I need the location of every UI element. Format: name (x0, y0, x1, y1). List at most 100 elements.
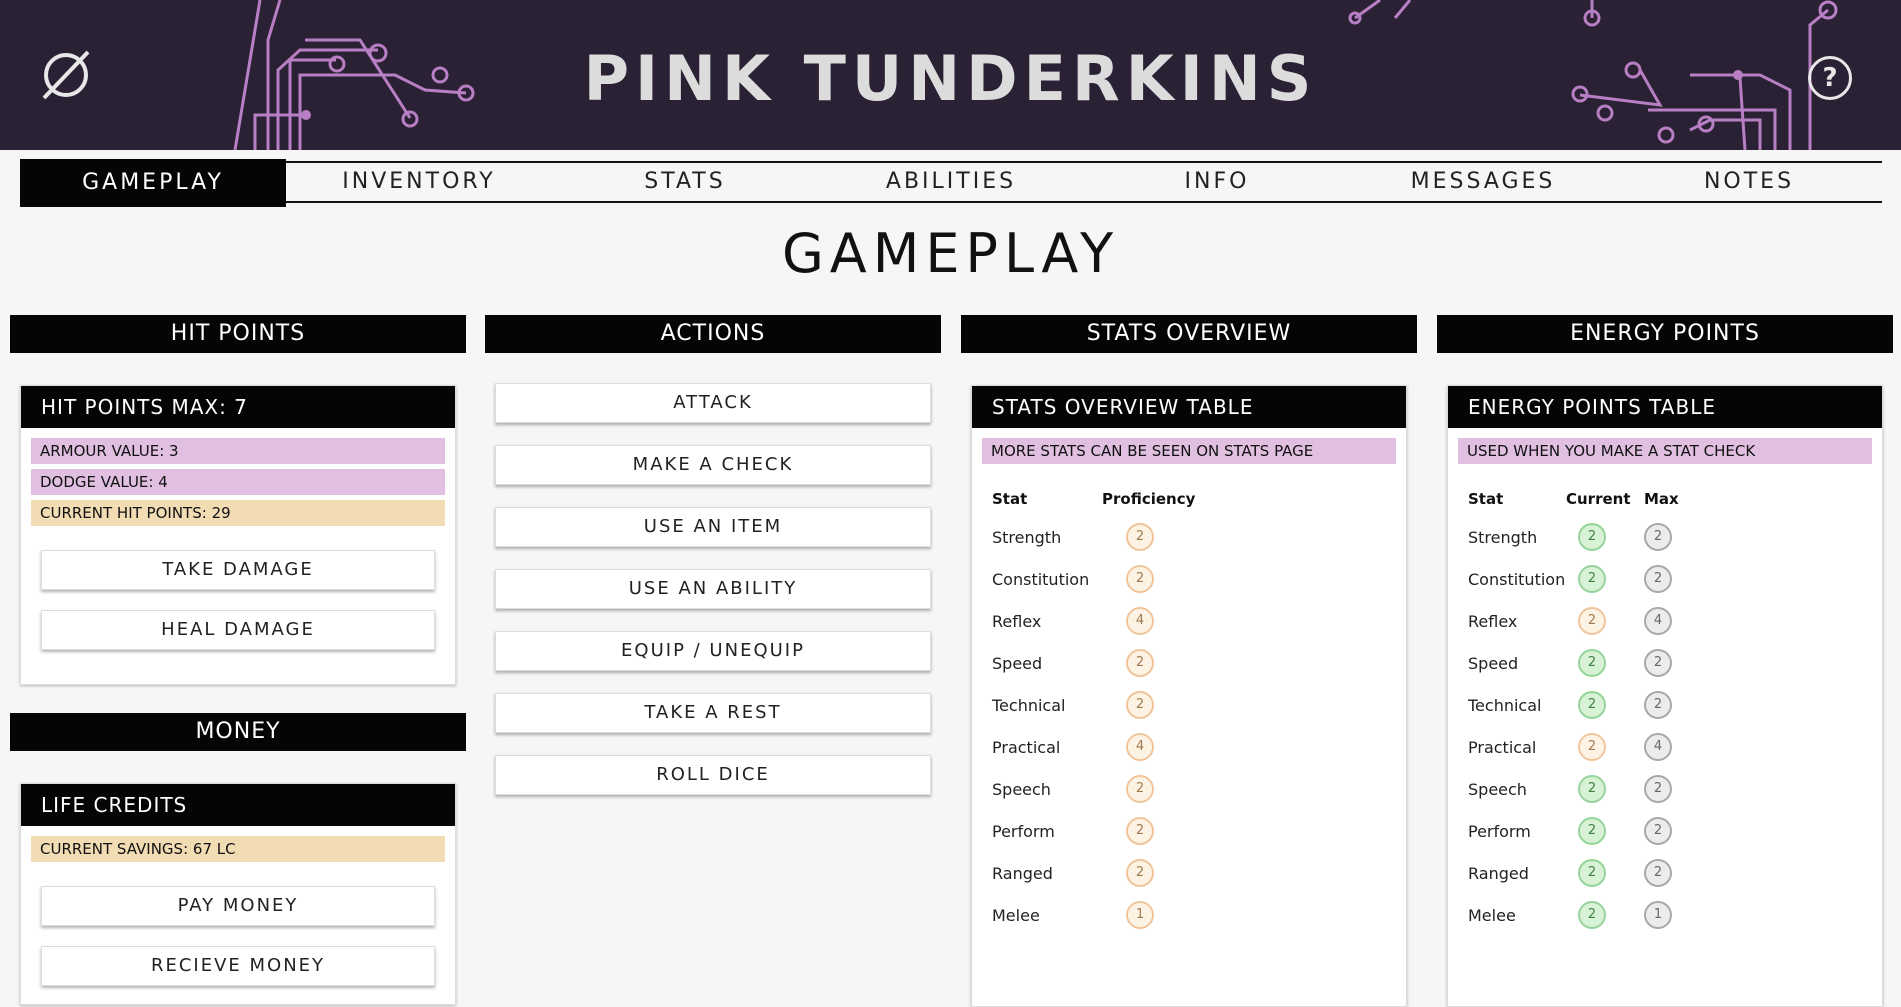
hit-points-card: HIT POINTS MAX: 7 ARMOUR VALUE: 3 DODGE … (20, 385, 456, 685)
proficiency-badge: 1 (1126, 901, 1154, 929)
proficiency-badge: 2 (1126, 817, 1154, 845)
table-row: Reflex 2 4 (1468, 600, 1679, 642)
current-savings: CURRENT SAVINGS: 67 LC (31, 836, 445, 862)
use-ability-button[interactable]: USE AN ABILITY (495, 569, 931, 609)
tab-notes[interactable]: NOTES (1616, 163, 1882, 201)
current-energy-badge: 2 (1578, 733, 1606, 761)
app-title: PINK TUNDERKINS (583, 42, 1318, 115)
proficiency-badge: 4 (1126, 733, 1154, 761)
max-energy-badge: 2 (1644, 523, 1672, 551)
app-header: PINK TUNDERKINS ? (0, 0, 1901, 150)
table-row: Melee 1 (992, 894, 1195, 936)
max-energy-badge: 2 (1644, 691, 1672, 719)
take-rest-button[interactable]: TAKE A REST (495, 693, 931, 733)
stat-name: Strength (1468, 527, 1538, 547)
armour-value: ARMOUR VALUE: 3 (31, 438, 445, 464)
money-header: MONEY (10, 713, 466, 751)
take-damage-button[interactable]: TAKE DAMAGE (41, 550, 435, 590)
table-row: Speech 2 (992, 768, 1195, 810)
stat-name: Speed (1468, 653, 1519, 673)
table-row: Reflex 4 (992, 600, 1195, 642)
actions-column: ACTIONS ATTACK MAKE A CHECK USE AN ITEM … (485, 315, 941, 795)
table-row: Strength 2 (992, 516, 1195, 558)
current-energy-badge: 2 (1578, 901, 1606, 929)
stats-overview-header: STATS OVERVIEW (961, 315, 1417, 353)
hit-points-column: HIT POINTS HIT POINTS MAX: 7 ARMOUR VALU… (10, 315, 466, 1005)
energy-points-header: ENERGY POINTS (1437, 315, 1893, 353)
equip-unequip-button[interactable]: EQUIP / UNEQUIP (495, 631, 931, 671)
stat-name: Ranged (992, 863, 1053, 883)
make-check-button[interactable]: MAKE A CHECK (495, 445, 931, 485)
stat-name: Melee (992, 905, 1040, 925)
max-col-header: Max (1644, 490, 1679, 508)
proficiency-badge: 2 (1126, 859, 1154, 887)
proficiency-badge: 2 (1126, 523, 1154, 551)
stats-overview-table: Stat Proficiency Strength 2 Constitution 2 R… (992, 488, 1195, 936)
page-title: GAMEPLAY (781, 222, 1120, 285)
tab-info[interactable]: INFO (1084, 163, 1350, 201)
tab-abilities[interactable]: ABILITIES (818, 163, 1084, 201)
help-icon[interactable]: ? (1808, 56, 1852, 100)
max-energy-badge: 2 (1644, 817, 1672, 845)
current-energy-badge: 2 (1578, 607, 1606, 635)
table-row: Perform 2 2 (1468, 810, 1679, 852)
hit-points-header: HIT POINTS (10, 315, 466, 353)
attack-button[interactable]: ATTACK (495, 383, 931, 423)
table-row: Practical 4 (992, 726, 1195, 768)
stats-overview-card: STATS OVERVIEW TABLE MORE STATS CAN BE S… (971, 385, 1407, 1007)
roll-dice-button[interactable]: ROLL DICE (495, 755, 931, 795)
stat-name: Practical (992, 737, 1061, 757)
stat-name: Perform (1468, 821, 1531, 841)
max-energy-badge: 2 (1644, 565, 1672, 593)
stat-name: Melee (1468, 905, 1516, 925)
stat-name: Technical (1468, 695, 1542, 715)
energy-points-table: Stat Current Max Strength 2 2 Constitution 2… (1468, 488, 1679, 936)
tab-inventory[interactable]: INVENTORY (286, 163, 552, 201)
current-energy-badge: 2 (1578, 859, 1606, 887)
stat-col-header: Stat (1468, 490, 1504, 508)
life-credits-title: LIFE CREDITS (21, 784, 455, 826)
tab-messages[interactable]: MESSAGES (1350, 163, 1616, 201)
table-row: Melee 2 1 (1468, 894, 1679, 936)
max-energy-badge: 2 (1644, 859, 1672, 887)
stat-col-header: Stat (992, 490, 1028, 508)
table-row: Speed 2 (992, 642, 1195, 684)
table-row: Speech 2 2 (1468, 768, 1679, 810)
stats-overview-table-title: STATS OVERVIEW TABLE (972, 386, 1406, 428)
max-energy-badge: 4 (1644, 607, 1672, 635)
proficiency-col-header: Proficiency (1102, 490, 1196, 508)
current-hit-points: CURRENT HIT POINTS: 29 (31, 500, 445, 526)
proficiency-badge: 2 (1126, 775, 1154, 803)
stat-name: Ranged (1468, 863, 1529, 883)
tab-gameplay[interactable]: GAMEPLAY (20, 159, 286, 207)
stat-name: Speech (992, 779, 1051, 799)
max-energy-badge: 1 (1644, 901, 1672, 929)
main-nav: GAMEPLAY INVENTORY STATS ABILITIES INFO … (20, 159, 1882, 207)
receive-money-button[interactable]: RECIEVE MONEY (41, 946, 435, 986)
current-energy-badge: 2 (1578, 817, 1606, 845)
max-energy-badge: 2 (1644, 649, 1672, 677)
energy-points-column: ENERGY POINTS ENERGY POINTS TABLE USED W… (1437, 315, 1893, 1007)
table-row: Practical 2 4 (1468, 726, 1679, 768)
max-energy-badge: 2 (1644, 775, 1672, 803)
heal-damage-button[interactable]: HEAL DAMAGE (41, 610, 435, 650)
stat-name: Reflex (992, 611, 1042, 631)
stat-name: Speed (992, 653, 1043, 673)
table-row: Constitution 2 (992, 558, 1195, 600)
proficiency-badge: 2 (1126, 649, 1154, 677)
current-energy-badge: 2 (1578, 775, 1606, 803)
table-row: Strength 2 2 (1468, 516, 1679, 558)
table-row: Ranged 2 (992, 852, 1195, 894)
stat-name: Speech (1468, 779, 1527, 799)
table-row: Technical 2 (992, 684, 1195, 726)
pay-money-button[interactable]: PAY MONEY (41, 886, 435, 926)
stat-name: Technical (992, 695, 1066, 715)
energy-points-card: ENERGY POINTS TABLE USED WHEN YOU MAKE A… (1447, 385, 1883, 1007)
stat-name: Reflex (1468, 611, 1518, 631)
dodge-value: DODGE VALUE: 4 (31, 469, 445, 495)
tab-stats[interactable]: STATS (552, 163, 818, 201)
table-row: Ranged 2 2 (1468, 852, 1679, 894)
use-item-button[interactable]: USE AN ITEM (495, 507, 931, 547)
actions-header: ACTIONS (485, 315, 941, 353)
current-energy-badge: 2 (1578, 565, 1606, 593)
